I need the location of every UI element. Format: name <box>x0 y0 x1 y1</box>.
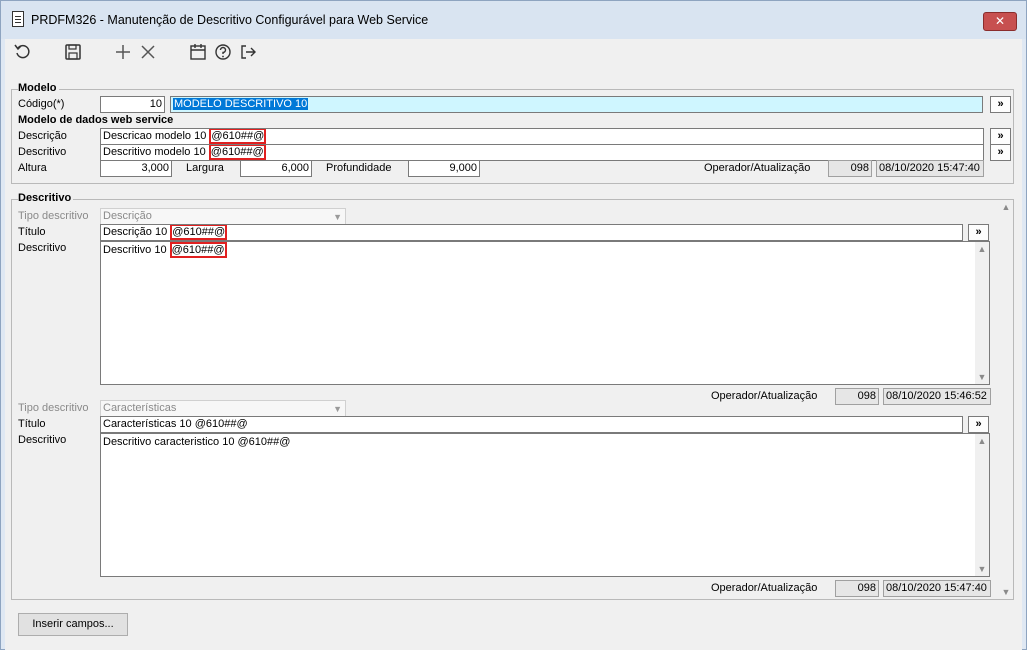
ws-descritivo-text-a: Descritivo modelo 10 <box>103 146 209 158</box>
toolbar <box>5 39 1022 65</box>
modelo-nome-field[interactable]: MODELO DESCRITIVO 10 <box>170 96 983 113</box>
ws-descricao-field[interactable]: Descricao modelo 10 @610##@ <box>100 128 984 145</box>
descritivo-memo[interactable]: Descritivo 10 @610##@ ▲ ▼ <box>100 241 990 385</box>
descritivo-legend: Descritivo <box>18 192 74 204</box>
titulo-label: Título <box>18 226 46 238</box>
inserir-campos-button[interactable]: Inserir campos... <box>18 613 128 636</box>
caracteristicas-memo-scrollbar[interactable]: ▲ ▼ <box>975 434 989 576</box>
ws-descricao-button[interactable]: » <box>990 128 1011 145</box>
descritivo-text-a: Descritivo 10 <box>103 244 170 256</box>
ws-descritivo-button[interactable]: » <box>990 144 1011 161</box>
ws-descritivo-token: @610##@ <box>208 145 266 160</box>
titulo-field[interactable]: Descrição 10 @610##@ <box>100 224 963 241</box>
profundidade-label: Profundidade <box>326 162 392 174</box>
ws-descricao-text-a: Descricao modelo 10 <box>103 130 210 142</box>
scroll-down-icon[interactable]: ▼ <box>975 562 989 576</box>
largura-field[interactable]: 6,000 <box>240 160 312 177</box>
document-icon <box>12 11 24 27</box>
tipo-descritivo-select[interactable]: Descrição ▼ <box>100 208 346 225</box>
ws-descritivo-field[interactable]: Descritivo modelo 10 @610##@ <box>100 144 984 161</box>
ws-legend: Modelo de dados web service <box>18 114 176 126</box>
tipo-caracteristicas-select[interactable]: Características ▼ <box>100 400 346 417</box>
caracteristicas-descritivo-label: Descritivo <box>18 434 67 446</box>
close-button[interactable]: ✕ <box>983 12 1017 31</box>
refresh-icon[interactable] <box>13 42 33 62</box>
modelo-lookup-button[interactable]: » <box>990 96 1011 113</box>
codigo-field[interactable]: 10 <box>100 96 165 113</box>
scroll-down-icon[interactable]: ▼ <box>999 585 1013 599</box>
title-bar: PRDFM326 - Manutenção de Descritivo Conf… <box>1 1 1026 39</box>
caracteristicas-memo-text: Descritivo caracteristico 10 @610##@ <box>103 436 291 448</box>
tipo-caracteristicas-value: Características <box>103 402 177 414</box>
descritivo-operador-field: 098 <box>835 388 879 405</box>
ws-descritivo-label: Descritivo <box>18 146 67 158</box>
descritivo-group: Descritivo ▲ ▼ Tipo descritivo Descrição… <box>11 192 1014 600</box>
scroll-up-icon[interactable]: ▲ <box>975 434 989 448</box>
descritivo-label: Descritivo <box>18 242 67 254</box>
ws-data-field: 08/10/2020 15:47:40 <box>876 160 984 177</box>
descritivo-data-field: 08/10/2020 15:46:52 <box>883 388 991 405</box>
scroll-up-icon[interactable]: ▲ <box>975 242 989 256</box>
caracteristicas-operador-label: Operador/Atualização <box>711 582 818 594</box>
scroll-up-icon[interactable]: ▲ <box>999 200 1013 214</box>
tipo-descritivo-value: Descrição <box>103 210 152 222</box>
descritivo-memo-text: Descritivo 10 @610##@ <box>103 242 227 258</box>
caracteristicas-operador-field: 098 <box>835 580 879 597</box>
scroll-down-icon[interactable]: ▼ <box>975 370 989 384</box>
caracteristicas-lookup-button[interactable]: » <box>968 416 989 433</box>
profundidade-field[interactable]: 9,000 <box>408 160 480 177</box>
ws-operador-field: 098 <box>828 160 872 177</box>
titulo-text-a: Descrição 10 <box>103 226 171 238</box>
caracteristicas-memo[interactable]: Descritivo caracteristico 10 @610##@ ▲ ▼ <box>100 433 990 577</box>
delete-icon[interactable] <box>138 42 158 62</box>
descritivo-token: @610##@ <box>169 242 227 258</box>
ws-descricao-token: @610##@ <box>209 129 267 144</box>
caracteristicas-titulo-label: Título <box>18 418 46 430</box>
tipo-caracteristicas-label: Tipo descritivo <box>18 402 89 414</box>
exit-icon[interactable] <box>238 42 258 62</box>
ws-descricao-label: Descrição <box>18 130 67 142</box>
caracteristicas-data-field: 08/10/2020 15:47:40 <box>883 580 991 597</box>
modelo-nome-text: MODELO DESCRITIVO 10 <box>173 98 309 110</box>
modelo-legend: Modelo <box>18 82 59 94</box>
caracteristicas-titulo-field[interactable]: Características 10 @610##@ <box>100 416 963 433</box>
window-title: PRDFM326 - Manutenção de Descritivo Conf… <box>31 13 429 27</box>
largura-label: Largura <box>186 162 224 174</box>
save-icon[interactable] <box>63 42 83 62</box>
chevron-down-icon: ▼ <box>333 404 342 414</box>
titulo-lookup-button[interactable]: » <box>968 224 989 241</box>
chevron-down-icon: ▼ <box>333 212 342 222</box>
tipo-descritivo-label: Tipo descritivo <box>18 210 89 222</box>
help-icon[interactable] <box>213 42 233 62</box>
calendar-icon[interactable] <box>188 42 208 62</box>
add-icon[interactable] <box>113 42 133 62</box>
descritivo-memo-scrollbar[interactable]: ▲ ▼ <box>975 242 989 384</box>
altura-field[interactable]: 3,000 <box>100 160 172 177</box>
codigo-label: Código(*) <box>18 98 65 110</box>
main-window: PRDFM326 - Manutenção de Descritivo Conf… <box>0 0 1027 650</box>
titulo-token: @610##@ <box>170 225 228 240</box>
altura-label: Altura <box>18 162 47 174</box>
descritivo-operador-label: Operador/Atualização <box>711 390 818 402</box>
ws-operador-label: Operador/Atualização <box>704 162 811 174</box>
client-area: Modelo Código(*) 10 MODELO DESCRITIVO 10… <box>5 65 1022 650</box>
descritivo-group-scrollbar[interactable]: ▲ ▼ <box>999 200 1013 599</box>
modelo-group: Modelo Código(*) 10 MODELO DESCRITIVO 10… <box>11 82 1014 184</box>
